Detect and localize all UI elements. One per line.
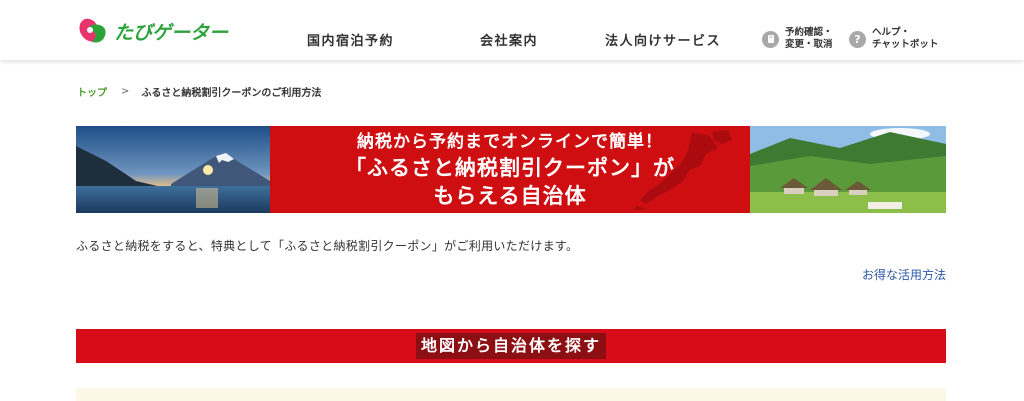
map-area-top — [76, 388, 946, 401]
site-header: たびゲーター 国内宿泊予約 会社案内 法人向けサービス 予約確認・ 変更・取消 … — [0, 0, 1024, 60]
intro-text: ふるさと納税をすると、特典として「ふるさと納税割引クーポン」がご利用いただけます… — [76, 239, 579, 253]
nav-corporate-services[interactable]: 法人向けサービス — [605, 30, 721, 49]
logo-text: たびゲーター — [114, 21, 229, 44]
reservation-check-label: 予約確認・ 変更・取消 — [785, 27, 833, 51]
logo-mark-icon — [79, 18, 106, 43]
help-line2: チャットボット — [872, 39, 939, 50]
howto-link[interactable]: お得な活用方法 — [862, 266, 946, 283]
help-chatbot-link[interactable]: ? ヘルプ・ チャットボット — [849, 27, 938, 51]
breadcrumb-current: ふるさと納税割引クーポンのご利用方法 — [141, 88, 322, 99]
reservation-line1: 予約確認・ — [785, 27, 833, 38]
section-title: 地図から自治体を探す — [415, 333, 606, 359]
book-icon — [762, 30, 779, 48]
mount-fuji-photo — [76, 126, 270, 213]
furusato-banner: 納税から予約までオンラインで簡単！ 「ふるさと納税割引クーポン」が もらえる自治… — [76, 126, 946, 213]
reservation-line2: 変更・取消 — [785, 39, 833, 50]
reservation-check-link[interactable]: 予約確認・ 変更・取消 — [762, 27, 833, 51]
nav-company-info[interactable]: 会社案内 — [480, 30, 538, 49]
nav-domestic-reservation[interactable]: 国内宿泊予約 — [307, 30, 394, 49]
banner-line3: もらえる自治体 — [433, 183, 587, 208]
site-logo[interactable]: たびゲーター — [74, 14, 228, 48]
village-photo — [750, 126, 946, 213]
banner-line2: 「ふるさと納税割引クーポン」が — [345, 155, 675, 180]
question-icon: ? — [849, 30, 866, 48]
breadcrumb-separator: > — [121, 86, 130, 97]
help-line1: ヘルプ・ — [872, 27, 911, 38]
banner-line1: 納税から予約までオンラインで簡単！ — [357, 131, 663, 152]
breadcrumb: トップ > ふるさと納税割引クーポンのご利用方法 — [77, 84, 321, 99]
help-chatbot-label: ヘルプ・ チャットボット — [872, 27, 938, 51]
breadcrumb-top-link[interactable]: トップ — [77, 84, 107, 99]
section-header-map-search: 地図から自治体を探す — [76, 329, 946, 363]
banner-headline: 納税から予約までオンラインで簡単！ 「ふるさと納税割引クーポン」が もらえる自治… — [270, 126, 750, 213]
